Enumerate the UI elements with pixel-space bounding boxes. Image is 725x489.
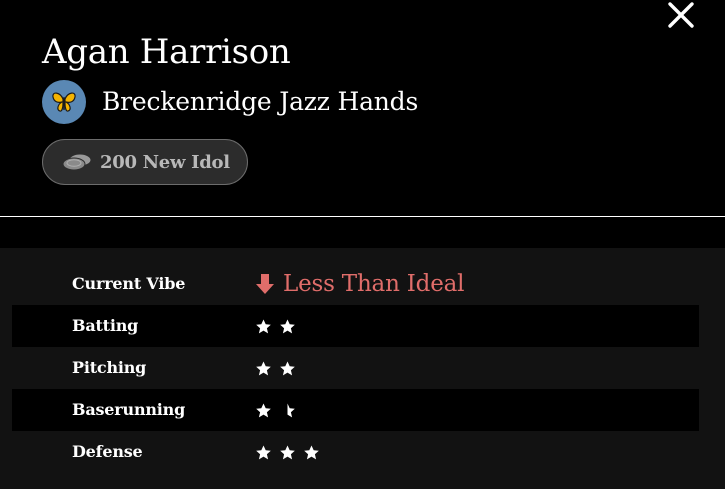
stat-row-batting: Batting	[12, 305, 699, 347]
star-icon	[256, 402, 271, 417]
stat-stars-baserunning	[255, 389, 303, 431]
stat-stars-pitching	[255, 347, 303, 389]
stat-row-baserunning: Baserunning	[12, 389, 699, 431]
stat-row-defense: Defense	[12, 431, 699, 473]
stats-panel: Current Vibe Less Than Ideal Batting Pit…	[0, 248, 725, 489]
butterfly-icon	[52, 92, 76, 112]
stat-label-batting: Batting	[72, 316, 139, 335]
stat-label-baserunning: Baserunning	[72, 400, 186, 419]
star-icon	[304, 444, 319, 459]
star-icon	[280, 360, 295, 375]
stat-row-pitching: Pitching	[12, 347, 699, 389]
stat-stars-batting	[255, 305, 303, 347]
close-icon	[668, 2, 694, 28]
star-icon	[280, 444, 295, 459]
star-icon	[256, 318, 271, 333]
vibe-value: Less Than Ideal	[255, 263, 464, 305]
star-icon	[280, 318, 295, 333]
item-label: 200 New Idol	[100, 151, 230, 173]
close-button[interactable]	[664, 0, 698, 32]
team-emoji	[42, 80, 86, 124]
vibe-label: Current Vibe	[72, 274, 186, 293]
star-icon	[256, 360, 271, 375]
vibe-row: Current Vibe Less Than Ideal	[12, 263, 699, 305]
player-name: Agan Harrison	[42, 32, 291, 72]
team-row: Breckenridge Jazz Hands	[42, 80, 418, 124]
star-icon	[256, 444, 271, 459]
stat-label-pitching: Pitching	[72, 358, 147, 377]
stat-label-defense: Defense	[72, 442, 143, 461]
coins-icon	[63, 153, 92, 171]
divider	[0, 216, 725, 217]
team-name[interactable]: Breckenridge Jazz Hands	[102, 86, 418, 118]
stat-stars-defense	[255, 431, 327, 473]
vibe-text: Less Than Ideal	[283, 271, 465, 297]
half-star-icon	[287, 402, 295, 417]
arrow-down-icon	[256, 274, 274, 294]
item-badge: 200 New Idol	[42, 139, 248, 185]
